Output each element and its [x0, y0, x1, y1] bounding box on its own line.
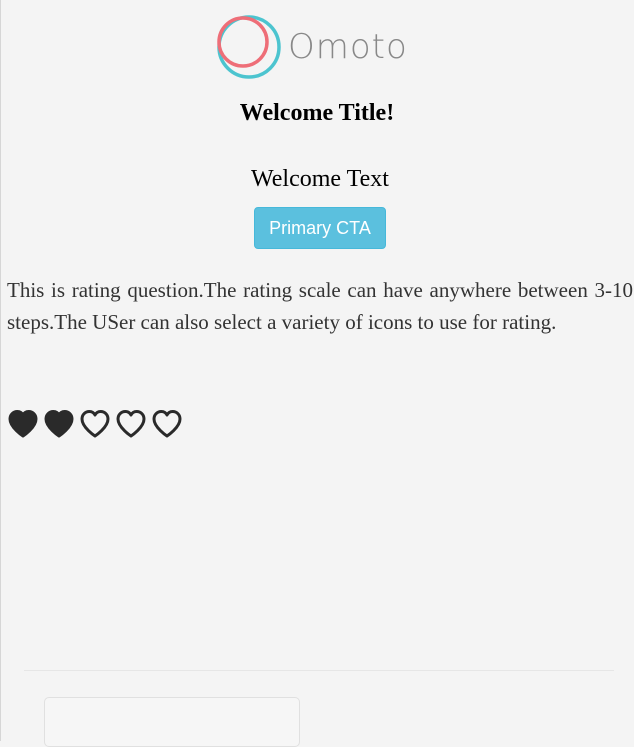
rating-question: This is rating question.The rating scale… [7, 278, 633, 334]
heart-outline-icon[interactable] [151, 408, 183, 440]
logo-rings-icon [217, 15, 281, 79]
footer-divider [24, 670, 614, 671]
brand-logo: Omoto [216, 14, 408, 79]
welcome-title: Welcome Title! [239, 100, 395, 126]
primary-cta-button[interactable]: Primary CTA [254, 207, 386, 249]
heart-filled-icon[interactable] [43, 408, 75, 440]
heart-filled-icon[interactable] [7, 408, 39, 440]
footer-input[interactable] [44, 697, 300, 747]
rating-scale [7, 408, 187, 440]
heart-outline-icon[interactable] [79, 408, 111, 440]
welcome-text: Welcome Text [251, 166, 389, 192]
heart-outline-icon[interactable] [115, 408, 147, 440]
brand-name: Omoto [288, 27, 408, 67]
